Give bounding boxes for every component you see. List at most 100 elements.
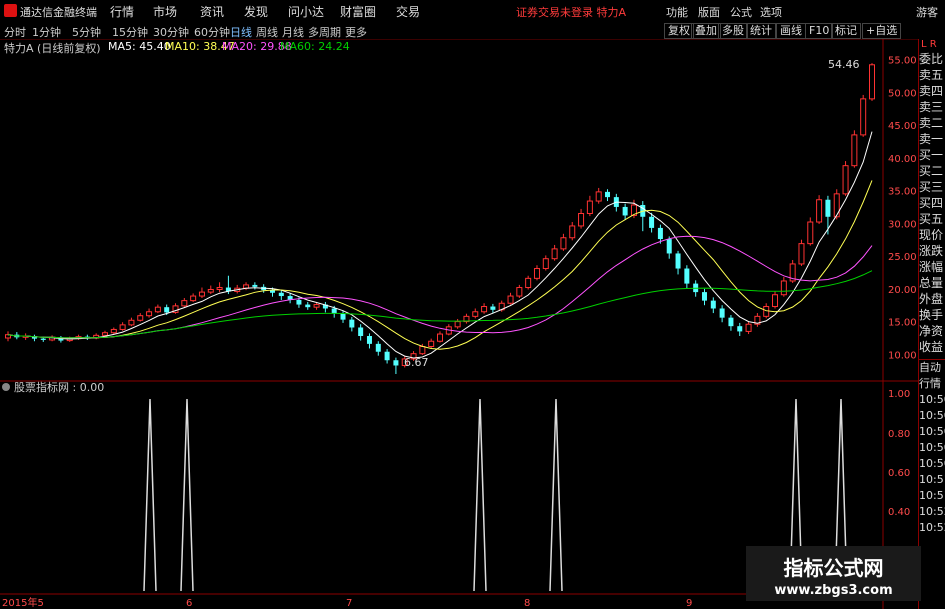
add-watchlist-button[interactable]: +自选 — [862, 23, 902, 39]
menu-options[interactable]: 选项 — [760, 4, 782, 20]
menu-news[interactable]: 资讯 — [200, 3, 224, 20]
candle-body[interactable] — [569, 225, 576, 239]
menu-market[interactable]: 市场 — [153, 3, 177, 20]
candle-body[interactable] — [384, 351, 390, 361]
period-60min[interactable]: 60分钟 — [194, 24, 230, 40]
candle-body[interactable] — [419, 345, 426, 355]
candle-body[interactable] — [525, 277, 532, 289]
menu-wealth[interactable]: 财富圈 — [340, 3, 376, 20]
menu-discover[interactable]: 发现 — [244, 3, 268, 20]
candle-body[interactable] — [657, 227, 663, 240]
candle-body[interactable] — [684, 268, 690, 284]
stats-button[interactable]: 统计 — [746, 23, 776, 39]
candle-body[interactable] — [137, 315, 144, 321]
candle-body[interactable] — [869, 64, 875, 100]
candle-body[interactable] — [305, 304, 311, 308]
candle-body[interactable] — [719, 308, 725, 318]
candle-body[interactable] — [349, 319, 355, 328]
candle-body[interactable] — [737, 326, 743, 332]
candle-body[interactable] — [816, 199, 823, 223]
candle-body[interactable] — [798, 243, 805, 265]
candle-body[interactable] — [860, 98, 867, 136]
candle-body[interactable] — [605, 191, 611, 198]
candle-body[interactable] — [146, 311, 153, 317]
period-more[interactable]: 更多 — [345, 24, 367, 40]
candle-body[interactable] — [772, 294, 779, 308]
panel-left-tag[interactable]: L — [921, 39, 927, 50]
candle-body[interactable] — [278, 292, 284, 297]
candle-body[interactable] — [666, 239, 672, 254]
candle-body[interactable] — [780, 280, 787, 296]
candle-body[interactable] — [807, 221, 814, 245]
period-5min[interactable]: 5分钟 — [72, 24, 101, 40]
candle-body[interactable] — [533, 268, 540, 279]
candle-body[interactable] — [243, 284, 250, 289]
candle-body[interactable] — [851, 134, 858, 167]
candle-body[interactable] — [340, 313, 346, 320]
candle-body[interactable] — [578, 213, 585, 227]
candle-body[interactable] — [710, 300, 716, 309]
candle-body[interactable] — [542, 258, 549, 270]
candle-body[interactable] — [586, 200, 593, 214]
candle-body[interactable] — [216, 287, 223, 290]
candle-body[interactable] — [296, 299, 302, 305]
period-1min[interactable]: 1分钟 — [32, 24, 61, 40]
candle-body[interactable] — [393, 360, 399, 366]
candle-body[interactable] — [198, 291, 205, 297]
candle-body[interactable] — [313, 304, 320, 308]
period-daily[interactable]: 日线 — [230, 24, 252, 40]
candle-body[interactable] — [728, 317, 734, 327]
candle-body[interactable] — [207, 288, 214, 293]
candle-body[interactable] — [833, 193, 840, 218]
menu-formula[interactable]: 公式 — [730, 4, 752, 20]
candle-body[interactable] — [366, 336, 372, 344]
f10-button[interactable]: F10 — [805, 23, 834, 39]
candle-body[interactable] — [119, 324, 126, 330]
candle-body[interactable] — [110, 328, 117, 334]
candle-body[interactable] — [701, 292, 707, 301]
candle-body[interactable] — [181, 300, 188, 307]
candle-body[interactable] — [128, 319, 135, 326]
candle-body[interactable] — [190, 295, 197, 302]
overlay-button[interactable]: 叠加 — [691, 23, 721, 39]
menu-guest[interactable]: 游客 — [916, 4, 938, 20]
candle-body[interactable] — [454, 321, 461, 328]
candle-body[interactable] — [252, 284, 258, 287]
kline-chart[interactable]: 55.00 50.00 45.00 40.00 35.00 30.00 25.00 20.00… — [0, 39, 918, 609]
candle-body[interactable] — [490, 306, 496, 310]
adjust-button[interactable]: 复权 — [664, 23, 694, 39]
candle-body[interactable] — [507, 295, 514, 304]
period-15min[interactable]: 15分钟 — [112, 24, 148, 40]
candle-body[interactable] — [472, 311, 479, 317]
candle-body[interactable] — [675, 253, 681, 269]
panel-right-tag[interactable]: R — [930, 39, 937, 50]
period-30min[interactable]: 30分钟 — [153, 24, 189, 40]
menu-layout[interactable]: 版面 — [698, 4, 720, 20]
candle-body[interactable] — [745, 323, 752, 332]
candle-body[interactable] — [375, 343, 381, 352]
candle-body[interactable] — [516, 287, 523, 297]
settings-dot-icon[interactable] — [2, 383, 10, 391]
draw-button[interactable]: 画线 — [776, 23, 806, 39]
candle-body[interactable] — [560, 237, 567, 250]
candle-body[interactable] — [551, 248, 558, 260]
period-tick[interactable]: 分时 — [4, 24, 26, 40]
candle-body[interactable] — [358, 327, 364, 337]
candle-body[interactable] — [595, 191, 602, 202]
candle-body[interactable] — [437, 333, 443, 342]
multi-stock-button[interactable]: 多股 — [718, 23, 748, 39]
candle-body[interactable] — [763, 306, 770, 317]
candle-body[interactable] — [649, 216, 655, 228]
period-weekly[interactable]: 周线 — [256, 24, 278, 40]
candle-body[interactable] — [622, 206, 628, 216]
menu-trade[interactable]: 交易 — [396, 3, 420, 20]
candle-body[interactable] — [825, 199, 831, 217]
candle-body[interactable] — [842, 165, 849, 195]
candle-body[interactable] — [154, 306, 161, 313]
period-multi[interactable]: 多周期 — [308, 24, 341, 40]
menu-quotes[interactable]: 行情 — [110, 3, 134, 20]
candle-body[interactable] — [40, 338, 46, 340]
candle-body[interactable] — [164, 307, 170, 313]
candle-body[interactable] — [481, 306, 488, 313]
candle-body[interactable] — [428, 340, 435, 347]
